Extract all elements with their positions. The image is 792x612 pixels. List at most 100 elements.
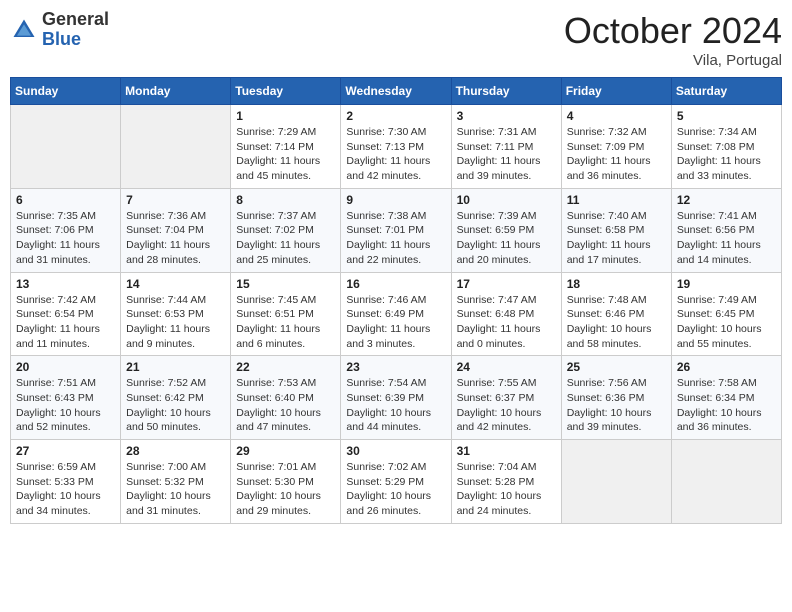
day-number: 24 xyxy=(457,360,556,374)
calendar-week-row: 1 Sunrise: 7:29 AMSunset: 7:14 PMDaylight… xyxy=(11,105,782,189)
day-info: Sunrise: 7:29 AMSunset: 7:14 PMDaylight:… xyxy=(236,125,335,184)
day-info: Sunrise: 7:38 AMSunset: 7:01 PMDaylight:… xyxy=(346,209,445,268)
day-info: Sunrise: 7:30 AMSunset: 7:13 PMDaylight:… xyxy=(346,125,445,184)
day-number: 28 xyxy=(126,444,225,458)
day-info: Sunrise: 7:00 AMSunset: 5:32 PMDaylight:… xyxy=(126,460,225,519)
calendar-week-row: 6 Sunrise: 7:35 AMSunset: 7:06 PMDaylight… xyxy=(11,188,782,272)
day-number: 23 xyxy=(346,360,445,374)
day-info: Sunrise: 7:04 AMSunset: 5:28 PMDaylight:… xyxy=(457,460,556,519)
day-info: Sunrise: 7:51 AMSunset: 6:43 PMDaylight:… xyxy=(16,376,115,435)
day-info: Sunrise: 7:55 AMSunset: 6:37 PMDaylight:… xyxy=(457,376,556,435)
calendar-cell xyxy=(671,440,781,524)
day-number: 15 xyxy=(236,277,335,291)
calendar-cell: 6 Sunrise: 7:35 AMSunset: 7:06 PMDaylight… xyxy=(11,188,121,272)
day-info: Sunrise: 7:45 AMSunset: 6:51 PMDaylight:… xyxy=(236,293,335,352)
calendar-cell: 25 Sunrise: 7:56 AMSunset: 6:36 PMDayligh… xyxy=(561,356,671,440)
day-number: 6 xyxy=(16,193,115,207)
calendar-cell: 30 Sunrise: 7:02 AMSunset: 5:29 PMDayligh… xyxy=(341,440,451,524)
calendar-cell: 19 Sunrise: 7:49 AMSunset: 6:45 PMDayligh… xyxy=(671,272,781,356)
calendar-cell: 13Sunrise: 7:42 AMSunset: 6:54 PMDayligh… xyxy=(11,272,121,356)
day-info: Sunrise: 7:47 AMSunset: 6:48 PMDaylight:… xyxy=(457,293,556,352)
calendar-table: SundayMondayTuesdayWednesdayThursdayFrid… xyxy=(10,77,782,524)
logo: General Blue xyxy=(10,10,109,50)
month-title: October 2024 xyxy=(564,10,782,52)
day-info: Sunrise: 7:53 AMSunset: 6:40 PMDaylight:… xyxy=(236,376,335,435)
weekday-header-friday: Friday xyxy=(561,78,671,105)
weekday-header-wednesday: Wednesday xyxy=(341,78,451,105)
calendar-cell: 20 Sunrise: 7:51 AMSunset: 6:43 PMDayligh… xyxy=(11,356,121,440)
calendar-cell: 16 Sunrise: 7:46 AMSunset: 6:49 PMDayligh… xyxy=(341,272,451,356)
weekday-header-sunday: Sunday xyxy=(11,78,121,105)
calendar-cell: 27 Sunrise: 6:59 AMSunset: 5:33 PMDayligh… xyxy=(11,440,121,524)
calendar-cell: 26 Sunrise: 7:58 AMSunset: 6:34 PMDayligh… xyxy=(671,356,781,440)
day-number: 19 xyxy=(677,277,776,291)
day-info: Sunrise: 7:39 AMSunset: 6:59 PMDaylight:… xyxy=(457,209,556,268)
weekday-header-monday: Monday xyxy=(121,78,231,105)
calendar-cell: 2Sunrise: 7:30 AMSunset: 7:13 PMDaylight… xyxy=(341,105,451,189)
day-number: 26 xyxy=(677,360,776,374)
day-info: Sunrise: 7:48 AMSunset: 6:46 PMDaylight:… xyxy=(567,293,666,352)
calendar-cell: 18 Sunrise: 7:48 AMSunset: 6:46 PMDayligh… xyxy=(561,272,671,356)
calendar-cell: 14Sunrise: 7:44 AMSunset: 6:53 PMDayligh… xyxy=(121,272,231,356)
calendar-cell: 22Sunrise: 7:53 AMSunset: 6:40 PMDayligh… xyxy=(231,356,341,440)
logo-blue: Blue xyxy=(42,30,109,50)
calendar-cell: 7 Sunrise: 7:36 AMSunset: 7:04 PMDaylight… xyxy=(121,188,231,272)
calendar-cell: 17 Sunrise: 7:47 AMSunset: 6:48 PMDayligh… xyxy=(451,272,561,356)
day-number: 13 xyxy=(16,277,115,291)
day-number: 9 xyxy=(346,193,445,207)
day-info: Sunrise: 7:01 AMSunset: 5:30 PMDaylight:… xyxy=(236,460,335,519)
day-info: Sunrise: 7:58 AMSunset: 6:34 PMDaylight:… xyxy=(677,376,776,435)
day-info: Sunrise: 7:40 AMSunset: 6:58 PMDaylight:… xyxy=(567,209,666,268)
day-number: 29 xyxy=(236,444,335,458)
day-number: 30 xyxy=(346,444,445,458)
day-number: 16 xyxy=(346,277,445,291)
calendar-cell xyxy=(11,105,121,189)
day-info: Sunrise: 7:49 AMSunset: 6:45 PMDaylight:… xyxy=(677,293,776,352)
day-number: 4 xyxy=(567,109,666,123)
calendar-cell: 28 Sunrise: 7:00 AMSunset: 5:32 PMDayligh… xyxy=(121,440,231,524)
calendar-cell: 8Sunrise: 7:37 AMSunset: 7:02 PMDaylight… xyxy=(231,188,341,272)
day-number: 20 xyxy=(16,360,115,374)
page-header: General Blue October 2024 Vila, Portugal xyxy=(10,10,782,69)
day-number: 1 xyxy=(236,109,335,123)
calendar-cell xyxy=(561,440,671,524)
day-info: Sunrise: 7:36 AMSunset: 7:04 PMDaylight:… xyxy=(126,209,225,268)
calendar-cell: 5Sunrise: 7:34 AMSunset: 7:08 PMDaylight… xyxy=(671,105,781,189)
day-info: Sunrise: 7:02 AMSunset: 5:29 PMDaylight:… xyxy=(346,460,445,519)
day-info: Sunrise: 7:35 AMSunset: 7:06 PMDaylight:… xyxy=(16,209,115,268)
day-number: 31 xyxy=(457,444,556,458)
calendar-cell: 9 Sunrise: 7:38 AMSunset: 7:01 PMDaylight… xyxy=(341,188,451,272)
day-number: 8 xyxy=(236,193,335,207)
logo-general: General xyxy=(42,10,109,30)
day-info: Sunrise: 7:44 AMSunset: 6:53 PMDaylight:… xyxy=(126,293,225,352)
calendar-cell: 23 Sunrise: 7:54 AMSunset: 6:39 PMDayligh… xyxy=(341,356,451,440)
day-info: Sunrise: 7:56 AMSunset: 6:36 PMDaylight:… xyxy=(567,376,666,435)
calendar-cell: 15 Sunrise: 7:45 AMSunset: 6:51 PMDayligh… xyxy=(231,272,341,356)
logo-icon xyxy=(10,16,38,44)
calendar-cell: 12Sunrise: 7:41 AMSunset: 6:56 PMDayligh… xyxy=(671,188,781,272)
day-info: Sunrise: 7:54 AMSunset: 6:39 PMDaylight:… xyxy=(346,376,445,435)
logo-text: General Blue xyxy=(42,10,109,50)
weekday-header-row: SundayMondayTuesdayWednesdayThursdayFrid… xyxy=(11,78,782,105)
day-number: 17 xyxy=(457,277,556,291)
weekday-header-saturday: Saturday xyxy=(671,78,781,105)
day-info: Sunrise: 6:59 AMSunset: 5:33 PMDaylight:… xyxy=(16,460,115,519)
location: Vila, Portugal xyxy=(564,52,782,69)
calendar-cell: 1 Sunrise: 7:29 AMSunset: 7:14 PMDaylight… xyxy=(231,105,341,189)
day-info: Sunrise: 7:31 AMSunset: 7:11 PMDaylight:… xyxy=(457,125,556,184)
day-info: Sunrise: 7:46 AMSunset: 6:49 PMDaylight:… xyxy=(346,293,445,352)
calendar-cell: 24 Sunrise: 7:55 AMSunset: 6:37 PMDayligh… xyxy=(451,356,561,440)
day-number: 12 xyxy=(677,193,776,207)
day-number: 7 xyxy=(126,193,225,207)
calendar-cell: 29 Sunrise: 7:01 AMSunset: 5:30 PMDayligh… xyxy=(231,440,341,524)
day-number: 18 xyxy=(567,277,666,291)
day-number: 27 xyxy=(16,444,115,458)
calendar-cell xyxy=(121,105,231,189)
calendar-cell: 31 Sunrise: 7:04 AMSunset: 5:28 PMDayligh… xyxy=(451,440,561,524)
day-info: Sunrise: 7:52 AMSunset: 6:42 PMDaylight:… xyxy=(126,376,225,435)
title-block: October 2024 Vila, Portugal xyxy=(564,10,782,69)
calendar-week-row: 27 Sunrise: 6:59 AMSunset: 5:33 PMDayligh… xyxy=(11,440,782,524)
calendar-cell: 10Sunrise: 7:39 AMSunset: 6:59 PMDayligh… xyxy=(451,188,561,272)
day-number: 25 xyxy=(567,360,666,374)
calendar-cell: 11Sunrise: 7:40 AMSunset: 6:58 PMDayligh… xyxy=(561,188,671,272)
